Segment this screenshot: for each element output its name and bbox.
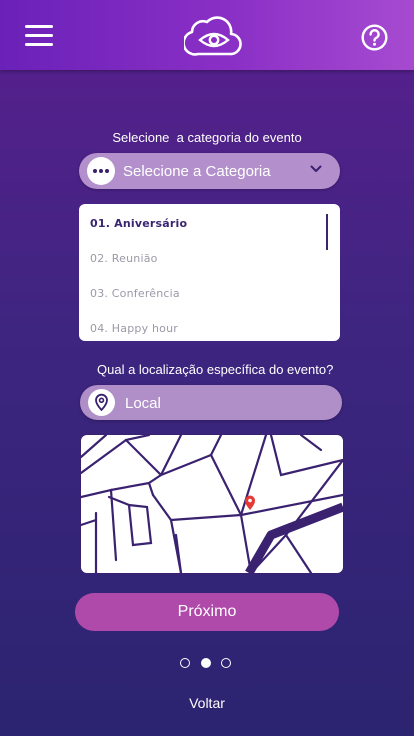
category-prompt: Selecione a categoria do evento: [112, 130, 302, 145]
scrollbar[interactable]: [326, 214, 328, 250]
location-field-value: Local: [125, 395, 161, 412]
location-map[interactable]: [80, 434, 344, 574]
location-pin-icon: [88, 389, 115, 416]
list-item[interactable]: 01. Aniversário: [90, 217, 187, 230]
cloud-eye-logo-icon: [184, 16, 242, 56]
page-dot-1[interactable]: [180, 658, 190, 668]
app-header: [0, 0, 414, 70]
category-select-value: Selecione a Categoria: [123, 163, 271, 180]
map-streets: [81, 435, 343, 573]
chevron-down-icon: [310, 165, 322, 172]
category-select[interactable]: Selecione a Categoria: [79, 153, 340, 189]
list-item[interactable]: 03. Conferência: [90, 287, 180, 300]
next-button[interactable]: Próximo: [75, 593, 339, 631]
location-field[interactable]: Local: [80, 385, 342, 420]
page-indicator: [178, 658, 238, 672]
page-dot-3[interactable]: [221, 658, 231, 668]
more-dots-icon: [87, 157, 115, 185]
list-item[interactable]: 04. Happy hour: [90, 322, 178, 335]
map-pin-icon: [245, 495, 255, 510]
hamburger-menu-icon[interactable]: [25, 25, 53, 47]
back-link[interactable]: Voltar: [0, 695, 414, 711]
location-prompt: Qual a localização específica do evento?: [97, 362, 334, 377]
question-circle-icon[interactable]: [361, 24, 388, 51]
page-dot-2[interactable]: [201, 658, 211, 668]
list-item[interactable]: 02. Reunião: [90, 252, 158, 265]
category-options-list: 01. Aniversário 02. Reunião 03. Conferên…: [79, 204, 340, 341]
